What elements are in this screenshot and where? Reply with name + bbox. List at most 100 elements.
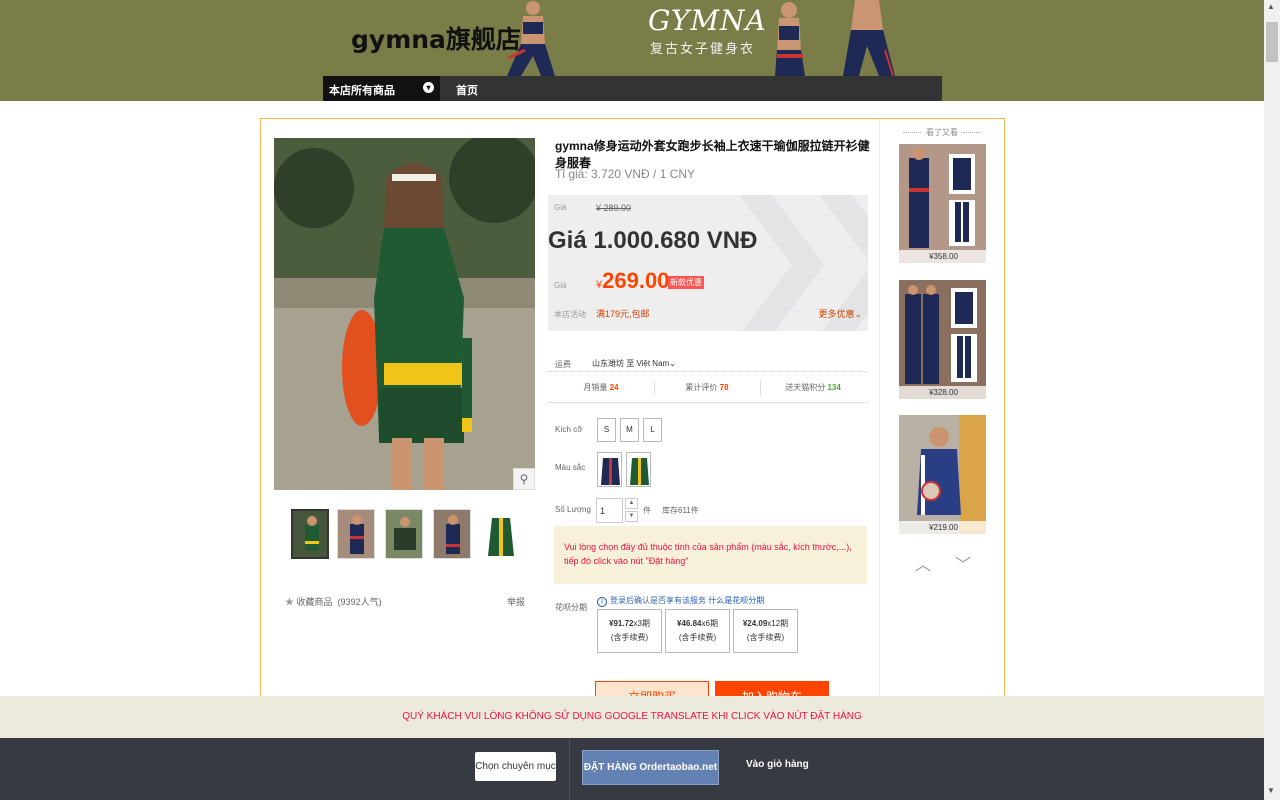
more-offers-link[interactable]: 更多优惠⌄ [818,307,862,320]
installment-price: ¥24.09 [742,619,768,628]
stock-count: 库存611件 [662,506,699,515]
scrollbar-thumb[interactable] [1266,22,1278,62]
stat-points: 送天猫积分 134 [760,382,866,393]
thumbnail-strip [291,509,521,561]
chevron-down-icon: ⌄ [669,359,676,368]
promo-price-label: Giá [554,281,567,290]
color-label: Màu sắc [555,463,586,472]
recommended-item-3[interactable]: ¥219.00 [899,415,986,534]
recommended-item-price: ¥219.00 [899,521,986,534]
price-panel: Giá ¥ 289.00 Giá 1.000.680 VNĐ Giá ¥269.… [548,195,868,331]
size-option-s[interactable]: S [597,418,616,442]
thumbnail-4[interactable] [433,509,471,559]
nav-home[interactable]: 首页 [456,82,478,98]
recommendation-sidebar: 看了又看 ¥358.00 ¥328.00 ¥219.00 ︿ ﹀ [879,119,1005,759]
sidebar-title: 看了又看 [898,127,986,138]
star-icon: ★ [285,597,295,607]
chevron-down-icon[interactable]: ﹀ [955,551,971,575]
installment-fee: (含手续费) [610,633,649,642]
installment-fee: (含手续费) [746,633,785,642]
installment-fee: (含手续费) [678,633,717,642]
brand-logo: GYMNA [648,4,767,37]
installment-periods: x3期 [633,619,650,628]
quantity-label: Số Lượng [555,505,591,514]
chevron-down-icon: ⌄ [854,309,862,319]
translate-warning: QUÝ KHÁCH VUI LÒNG KHÔNG SỬ DỤNG GOOGLE … [0,696,1264,738]
product-photo [274,138,535,490]
recommended-item-2[interactable]: ¥328.00 [899,280,986,399]
shop-activity: 满179元,包邮 [596,309,650,319]
stat-label: 月销量 [583,383,608,392]
quantity-decrease-button[interactable]: ▼ [625,511,638,522]
huabei-info: i 登录后确认是否享有该服务 什么是花呗分期 [597,595,764,607]
recommended-item-1[interactable]: ¥358.00 [899,144,986,263]
huabei-label: 花呗分期 [555,603,587,612]
report-link[interactable]: 举报 [507,595,525,608]
stat-label: 累计评价 [685,383,718,392]
scroll-down-icon[interactable]: ▼ [1267,786,1275,795]
vnd-price: Giá 1.000.680 VNĐ [548,227,758,254]
zoom-icon[interactable]: ⚲ [513,468,535,490]
stat-value: 24 [609,383,619,392]
thumbnail-3[interactable] [385,509,423,559]
stat-reviews[interactable]: 累计评价 78 [654,382,760,393]
product-title: gymna修身运动外套女跑步长袖上衣速干瑜伽服拉链开衫健身服春 [555,139,870,170]
recommended-item-price: ¥358.00 [899,250,986,263]
chevron-down-icon: ▾ [423,82,434,93]
huabei-info-text: 登录后确认是否享有该服务 [610,596,706,605]
installment-option-6[interactable]: ¥46.84x6期 (含手续费) [665,609,730,653]
size-label: Kích cỡ [555,425,583,434]
shipping-label: 运费 [555,360,571,369]
thumbnail-1[interactable] [291,509,329,559]
color-option-green[interactable] [626,452,651,487]
promo-price-value: 269.00 [602,268,670,293]
store-banner: gymna旗舰店 GYMNA 复古女子健身衣 本店所有商品 ▾ 首页 [0,0,1264,101]
huabei-help-link[interactable]: 什么是花呗分期 [708,596,764,605]
selection-notice: Vui lòng chọn đầy đủ thuộc tính của sản … [554,526,867,584]
model-figure-1 [507,1,555,76]
recommended-item-price: ¥328.00 [899,386,986,399]
go-to-cart-button[interactable]: Vào giỏ hàng [746,759,809,770]
info-icon: i [597,597,607,607]
promo-price: ¥269.00 [596,268,669,294]
installment-option-3[interactable]: ¥91.72x3期 (含手续费) [597,609,662,653]
all-products-menu[interactable]: 本店所有商品 ▾ [323,76,440,101]
divider [569,738,570,800]
scroll-up-icon[interactable]: ▲ [1267,2,1275,11]
quantity-input[interactable]: 1 [596,498,623,523]
installment-price: ¥91.72 [609,619,634,628]
size-option-m[interactable]: M [620,418,639,442]
order-button[interactable]: ĐẶT HÀNG Ordertaobao.net [582,750,719,785]
chevron-up-icon[interactable]: ︿ [915,551,931,575]
quantity-unit: 件 [643,506,651,515]
quantity-increase-button[interactable]: ▲ [625,498,638,509]
more-offers-label: 更多优惠 [818,309,855,319]
thumbnail-2[interactable] [337,509,375,559]
shop-activity-label: 本店活动 [554,310,586,319]
brand-slogan: 复古女子健身衣 [650,41,756,56]
page-scrollbar[interactable]: ▲ ▼ [1264,0,1280,800]
stat-monthly-sales: 月销量 24 [548,382,654,393]
main-product-image[interactable]: ⚲ [274,138,535,490]
model-figure-2 [775,2,805,76]
choose-category-button[interactable]: Chọn chuyên mục [475,752,556,781]
size-option-l[interactable]: L [643,418,662,442]
installment-price: ¥46.84 [677,619,702,628]
sales-stats: 月销量 24 累计评价 78 送天猫积分 134 [548,371,868,403]
color-option-navy[interactable] [597,452,622,487]
thumbnail-5[interactable] [481,509,519,559]
original-price: ¥ 289.00 [596,203,632,213]
favorite-count: (9392人气) [337,597,382,607]
order-action-bar: Chọn chuyên mục ĐẶT HÀNG Ordertaobao.net… [0,738,1264,800]
installment-option-12[interactable]: ¥24.09x12期 (含手续费) [733,609,798,653]
shipping-selector[interactable]: 山东潍坊 至 Việt Nam⌄ [592,358,676,369]
original-price-label: Giá [554,203,567,212]
all-products-label: 本店所有商品 [329,85,395,97]
page: gymna旗舰店 GYMNA 复古女子健身衣 本店所有商品 ▾ 首页 ⚲ ★ 收… [0,0,1280,800]
stat-label: 送天猫积分 [785,383,826,392]
favorite-label: 收藏商品 [296,597,333,607]
favorite-link[interactable]: ★ 收藏商品 (9392人气) [285,595,382,608]
stat-value: 134 [827,383,841,392]
model-figure-3 [843,0,895,76]
shipping-route: 山东潍坊 至 Việt Nam [592,359,670,368]
